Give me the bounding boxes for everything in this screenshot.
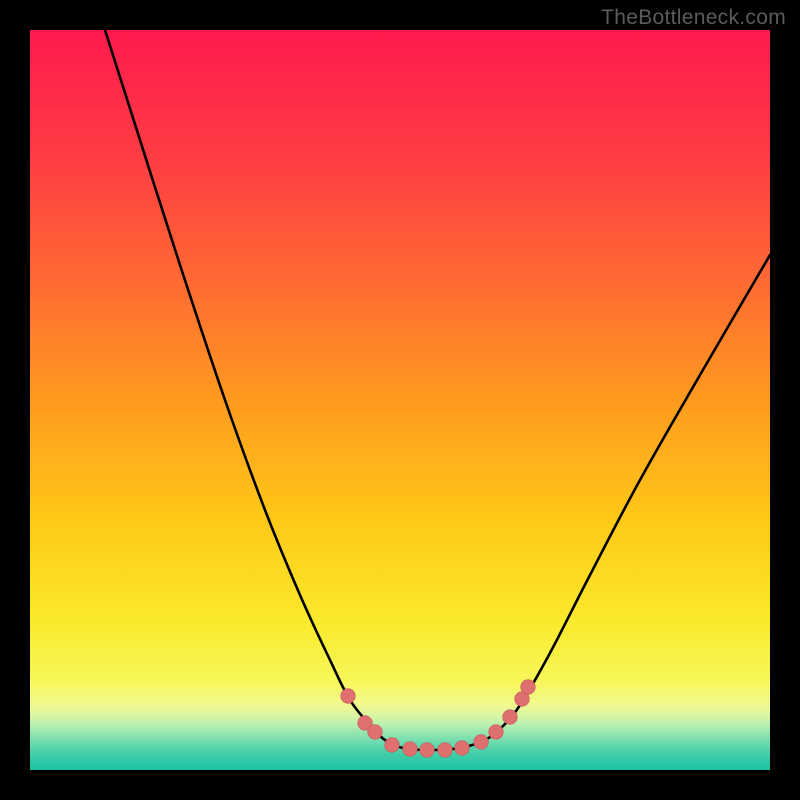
threshold-dot xyxy=(455,741,470,756)
chart-frame xyxy=(30,30,770,770)
threshold-dot xyxy=(385,738,400,753)
threshold-dot xyxy=(438,743,453,758)
threshold-dots xyxy=(30,30,770,770)
threshold-dot xyxy=(341,689,356,704)
threshold-dot xyxy=(420,743,435,758)
threshold-dot xyxy=(403,742,418,757)
watermark-text: TheBottleneck.com xyxy=(601,6,786,30)
threshold-dot xyxy=(489,725,504,740)
threshold-dot xyxy=(503,710,518,725)
threshold-dot xyxy=(521,680,536,695)
threshold-dot xyxy=(474,735,489,750)
threshold-dot xyxy=(368,725,383,740)
